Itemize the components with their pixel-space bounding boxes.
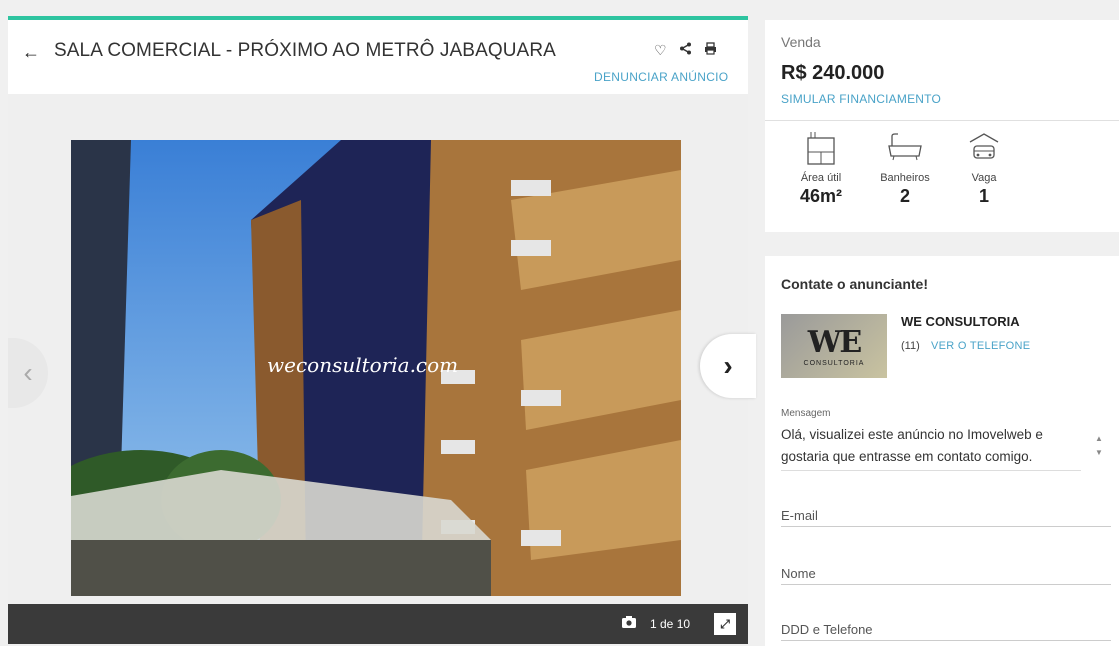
message-textarea[interactable]: Olá, visualizei este anúncio no Imovelwe… — [781, 424, 1081, 471]
name-field[interactable]: Nome — [781, 566, 1111, 585]
feature-parking: Vaga 1 — [961, 132, 1007, 207]
price-card: Venda R$ 240.000 SIMULAR FINANCIAMENTO Á… — [765, 20, 1119, 232]
operation-type: Venda — [781, 34, 821, 50]
chevron-left-icon: ‹ — [23, 357, 33, 388]
photo-counter: 1 de 10 — [650, 617, 691, 631]
photo-watermark: weconsultoria.com — [267, 353, 458, 377]
contact-title: Contate o anunciante! — [781, 276, 929, 292]
photo-gallery: weconsultoria.com ‹ › — [8, 94, 756, 604]
area-icon — [791, 132, 851, 172]
back-arrow-icon[interactable]: ← — [22, 42, 40, 63]
listing-photo[interactable]: weconsultoria.com — [71, 140, 681, 596]
camera-icon — [622, 616, 636, 631]
print-icon[interactable] — [704, 42, 717, 59]
feature-label: Vaga — [971, 172, 997, 184]
message-label: Mensagem — [781, 408, 831, 419]
logo-text: WE — [807, 325, 863, 360]
listing-header: ← SALA COMERCIAL - PRÓXIMO AO METRÔ JABA… — [8, 20, 748, 94]
company-name[interactable]: WE CONSULTORIA — [901, 314, 1020, 329]
bathtub-icon — [873, 132, 937, 172]
expand-icon[interactable]: ⤢ — [714, 613, 736, 635]
feature-bathrooms: Banheiros 2 — [873, 132, 937, 207]
chevron-right-icon: › — [723, 350, 733, 381]
report-listing-link[interactable]: DENUNCIAR ANÚNCIO — [594, 70, 728, 84]
feature-label: Área útil — [800, 172, 842, 184]
car-icon — [961, 132, 1007, 172]
phone-field[interactable]: DDD e Telefone — [781, 622, 1111, 641]
feature-value: 46m² — [799, 186, 843, 206]
share-icon[interactable] — [679, 42, 692, 59]
prev-photo-button[interactable]: ‹ — [8, 338, 48, 408]
gallery-footer: 1 de 10 ⤢ — [8, 604, 748, 644]
email-field[interactable]: E-mail — [781, 508, 1111, 527]
feature-area: Área útil 46m² — [791, 132, 851, 207]
simulate-financing-link[interactable]: SIMULAR FINANCIAMENTO — [781, 92, 941, 106]
contact-form: Contate o anunciante! WE CONSULTORIA WE … — [765, 256, 1119, 646]
page-title: SALA COMERCIAL - PRÓXIMO AO METRÔ JABAQU… — [54, 40, 556, 61]
header-actions: ♡ — [654, 42, 717, 59]
show-phone-button[interactable]: VER O TELEFONE — [931, 340, 1030, 352]
heart-icon[interactable]: ♡ — [654, 42, 667, 59]
price-value: R$ 240.000 — [781, 62, 885, 84]
listing-panel: ← SALA COMERCIAL - PRÓXIMO AO METRÔ JABA… — [8, 16, 756, 644]
next-photo-button[interactable]: › — [700, 334, 756, 398]
textarea-scrollbar[interactable]: ▲ ▼ — [1095, 432, 1103, 460]
company-logo[interactable]: WE CONSULTORIA — [781, 314, 887, 378]
divider — [765, 120, 1119, 121]
phone-prefix: (11) — [901, 340, 920, 352]
feature-value: 1 — [978, 186, 989, 206]
feature-label: Banheiros — [880, 172, 930, 184]
logo-subtext: CONSULTORIA — [803, 360, 865, 367]
feature-value: 2 — [899, 186, 910, 206]
